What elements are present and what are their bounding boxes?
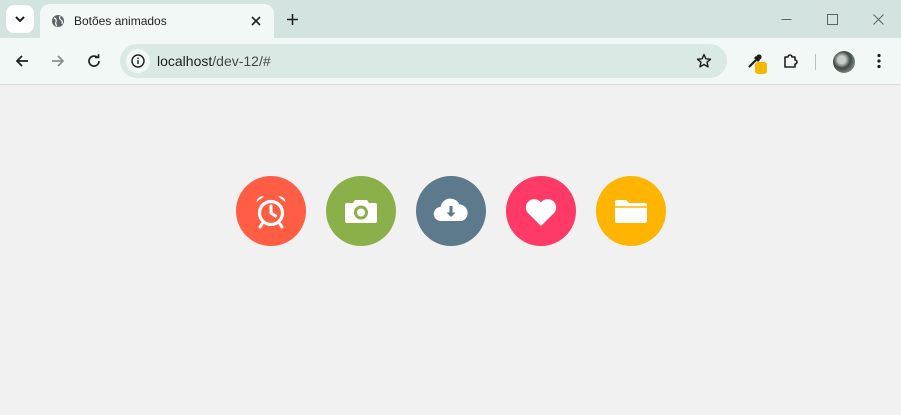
browser-toolbar: localhost/dev-12/# xyxy=(0,38,901,85)
tab-strip: Botões animados xyxy=(0,0,901,38)
page-content xyxy=(0,86,901,415)
extension-badge xyxy=(755,62,767,74)
star-icon xyxy=(696,53,712,68)
heart-icon xyxy=(525,199,557,226)
camera-icon xyxy=(345,200,377,223)
arrow-right-icon xyxy=(52,55,65,67)
address-bar[interactable]: localhost/dev-12/# xyxy=(120,44,727,78)
plus-icon xyxy=(286,13,298,25)
alarm-clock-button[interactable] xyxy=(236,176,306,246)
minimize-button[interactable] xyxy=(775,8,797,30)
folder-button[interactable] xyxy=(596,176,666,246)
camera-button[interactable] xyxy=(326,176,396,246)
heart-button[interactable] xyxy=(506,176,576,246)
kebab-menu-icon xyxy=(877,53,881,69)
close-window-button[interactable] xyxy=(867,8,889,30)
tab-title: Botões animados xyxy=(74,14,167,28)
site-info-button[interactable] xyxy=(126,49,150,73)
url-text: localhost/dev-12/# xyxy=(157,53,271,69)
folder-icon xyxy=(615,200,647,223)
bookmark-star-button[interactable] xyxy=(693,50,715,72)
url-path: /dev-12/# xyxy=(212,53,271,69)
close-icon xyxy=(872,13,884,25)
extensions-button[interactable] xyxy=(778,49,802,73)
puzzle-icon xyxy=(784,54,798,68)
browser-tab[interactable]: Botões animados xyxy=(40,4,274,38)
alarm-clock-icon xyxy=(256,196,286,229)
cloud-download-button[interactable] xyxy=(416,176,486,246)
chevron-down-icon xyxy=(15,16,25,23)
cloud-download-icon xyxy=(433,198,468,222)
profile-avatar[interactable] xyxy=(833,51,855,73)
globe-icon xyxy=(50,13,66,29)
maximize-icon xyxy=(826,13,838,25)
toolbar-separator xyxy=(815,54,816,70)
reload-button[interactable] xyxy=(82,49,106,73)
arrow-left-icon xyxy=(15,55,28,67)
maximize-button[interactable] xyxy=(821,8,843,30)
tab-search-button[interactable] xyxy=(6,5,34,33)
reload-icon xyxy=(88,54,100,67)
back-button[interactable] xyxy=(10,49,34,73)
minimize-icon xyxy=(781,18,791,20)
close-tab-icon[interactable] xyxy=(246,11,266,31)
forward-button[interactable] xyxy=(46,49,70,73)
url-host: localhost xyxy=(157,53,213,69)
browser-menu-button[interactable] xyxy=(867,49,891,73)
new-tab-button[interactable] xyxy=(281,8,303,30)
info-icon xyxy=(131,54,145,68)
